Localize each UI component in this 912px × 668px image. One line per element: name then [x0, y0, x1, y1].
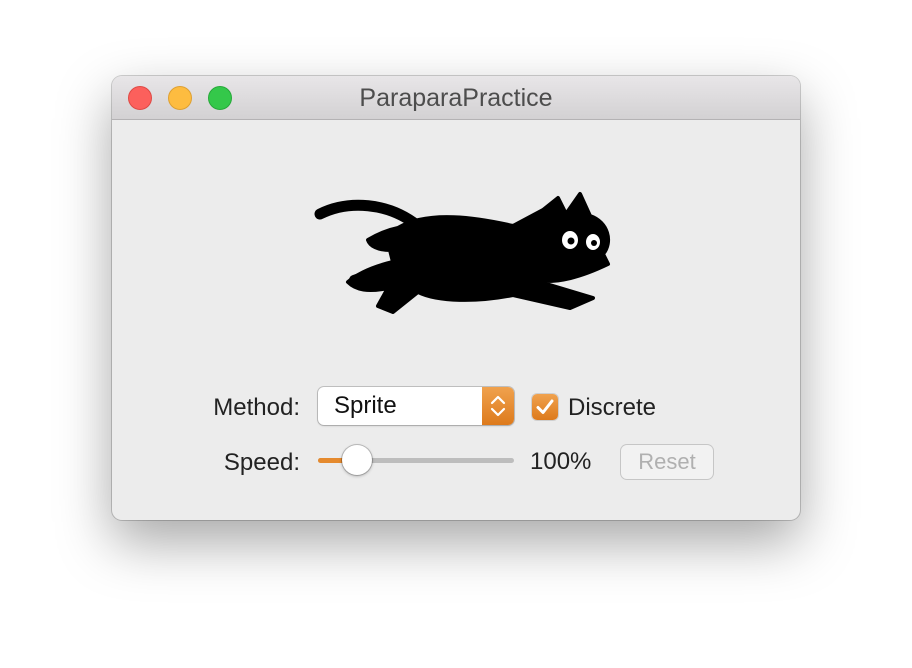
speed-slider-knob[interactable] — [342, 445, 373, 475]
reset-button[interactable]: Reset — [621, 445, 713, 479]
speed-value: 100% — [530, 448, 592, 475]
method-label: Method: — [213, 394, 300, 421]
checkmark-icon — [536, 399, 554, 414]
zoom-button[interactable] — [208, 86, 232, 110]
discrete-checkbox[interactable] — [532, 394, 558, 420]
discrete-label[interactable]: Discrete — [568, 394, 656, 422]
chevron-up-down-icon[interactable] — [482, 387, 514, 425]
method-select[interactable]: Sprite — [318, 387, 514, 425]
cat-sprite-image — [314, 192, 611, 314]
minimize-button[interactable] — [168, 86, 192, 110]
speed-slider[interactable] — [318, 444, 514, 476]
method-select-value: Sprite — [334, 392, 397, 419]
title-bar[interactable]: ParaparaPractice — [112, 76, 800, 120]
app-window: ParaparaPractice Method: Sprite Discrete — [112, 76, 800, 520]
close-button[interactable] — [128, 86, 152, 110]
speed-label: Speed: — [223, 449, 300, 476]
